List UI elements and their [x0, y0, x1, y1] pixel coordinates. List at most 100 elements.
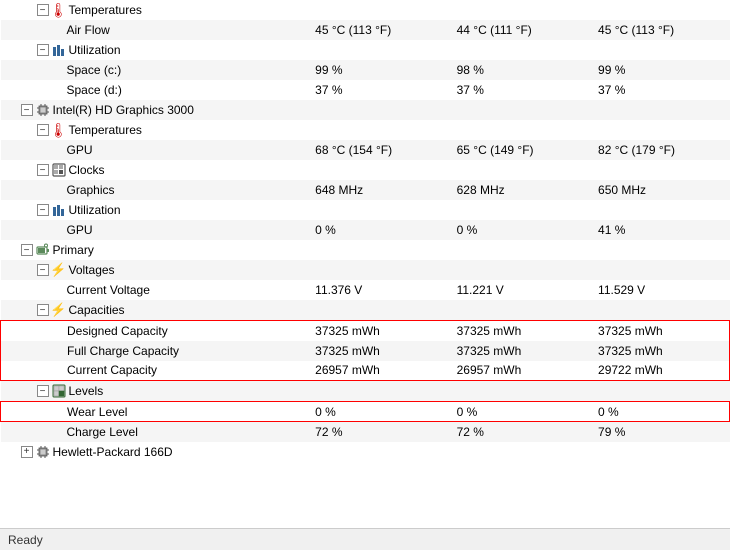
- value-cell: 99 %: [588, 60, 729, 80]
- capacities-icon: ⚡: [51, 302, 67, 318]
- value-cell: 41 %: [588, 220, 729, 240]
- table-row: + Hewlett-Packard 166D: [1, 442, 730, 462]
- value-cell: [588, 0, 729, 20]
- table-row: − Intel(R) HD Graphics 3000: [1, 100, 730, 120]
- value-cell: [447, 120, 588, 140]
- node-label: Graphics: [67, 183, 115, 197]
- table-row: Designed Capacity37325 mWh37325 mWh37325…: [1, 321, 730, 341]
- value-cell: [305, 40, 446, 60]
- battery-icon: [35, 242, 51, 258]
- utilization-icon: [51, 42, 67, 58]
- utilization-icon: [51, 202, 67, 218]
- table-row: − Utilization: [1, 200, 730, 220]
- node-label: Air Flow: [67, 23, 110, 37]
- value-cell: [447, 0, 588, 20]
- value-cell: [588, 40, 729, 60]
- node-label: Capacities: [69, 303, 125, 317]
- collapse-icon[interactable]: −: [21, 104, 33, 116]
- value-cell: 37325 mWh: [305, 341, 446, 361]
- value-cell: 79 %: [588, 422, 729, 442]
- table-row: − Clocks: [1, 160, 730, 180]
- collapse-icon[interactable]: −: [37, 4, 49, 16]
- table-row: − Primary: [1, 240, 730, 260]
- value-cell: [447, 160, 588, 180]
- table-row: Current Voltage11.376 V11.221 V11.529 V: [1, 280, 730, 300]
- expand-icon[interactable]: +: [21, 446, 33, 458]
- table-row: Wear Level0 %0 %0 %: [1, 402, 730, 422]
- node-label: Charge Level: [67, 425, 138, 439]
- value-cell: [447, 100, 588, 120]
- table-row: Full Charge Capacity37325 mWh37325 mWh37…: [1, 341, 730, 361]
- status-text: Ready: [8, 533, 43, 547]
- value-cell: [588, 240, 729, 260]
- chip2-icon: [35, 444, 51, 460]
- node-label: Space (d:): [67, 83, 122, 97]
- value-cell: 99 %: [305, 60, 446, 80]
- collapse-icon[interactable]: −: [37, 304, 49, 316]
- value-cell: [447, 442, 588, 462]
- value-cell: [588, 381, 729, 402]
- node-label: Primary: [53, 243, 94, 257]
- value-cell: [305, 260, 446, 280]
- value-cell: 11.529 V: [588, 280, 729, 300]
- table-row: Charge Level72 %72 %79 %: [1, 422, 730, 442]
- value-cell: 37 %: [305, 80, 446, 100]
- collapse-icon[interactable]: −: [37, 44, 49, 56]
- value-cell: 37325 mWh: [447, 341, 588, 361]
- table-row: −🌡Temperatures: [1, 120, 730, 140]
- node-label: Levels: [69, 384, 104, 398]
- value-cell: [305, 240, 446, 260]
- clock-icon: [51, 162, 67, 178]
- value-cell: 37325 mWh: [588, 341, 729, 361]
- value-cell: [305, 200, 446, 220]
- node-label: Space (c:): [67, 63, 122, 77]
- node-label: Current Capacity: [67, 363, 157, 377]
- collapse-icon[interactable]: −: [37, 164, 49, 176]
- value-cell: [447, 381, 588, 402]
- value-cell: [305, 120, 446, 140]
- value-cell: 11.376 V: [305, 280, 446, 300]
- temperature-icon: 🌡: [51, 2, 67, 18]
- collapse-icon[interactable]: −: [37, 124, 49, 136]
- value-cell: [305, 0, 446, 20]
- value-cell: [588, 442, 729, 462]
- value-cell: 37325 mWh: [305, 321, 446, 341]
- value-cell: [588, 160, 729, 180]
- value-cell: [305, 100, 446, 120]
- value-cell: [447, 260, 588, 280]
- node-label: Utilization: [69, 43, 121, 57]
- value-cell: [588, 300, 729, 321]
- table-row: Space (c:)99 %98 %99 %: [1, 60, 730, 80]
- table-row: Space (d:)37 %37 %37 %: [1, 80, 730, 100]
- node-label: Full Charge Capacity: [67, 344, 179, 358]
- collapse-icon[interactable]: −: [37, 264, 49, 276]
- value-cell: [305, 160, 446, 180]
- temperature-icon: 🌡: [51, 122, 67, 138]
- value-cell: 26957 mWh: [305, 361, 446, 381]
- value-cell: 0 %: [447, 402, 588, 422]
- node-label: GPU: [67, 223, 93, 237]
- value-cell: 45 °C (113 °F): [305, 20, 446, 40]
- value-cell: 37 %: [447, 80, 588, 100]
- value-cell: [447, 240, 588, 260]
- value-cell: 82 °C (179 °F): [588, 140, 729, 160]
- value-cell: 628 MHz: [447, 180, 588, 200]
- node-label: Voltages: [69, 263, 115, 277]
- value-cell: [447, 40, 588, 60]
- table-row: −⚡Capacities: [1, 300, 730, 321]
- node-label: Clocks: [69, 163, 105, 177]
- value-cell: 45 °C (113 °F): [588, 20, 729, 40]
- value-cell: 648 MHz: [305, 180, 446, 200]
- value-cell: 37 %: [588, 80, 729, 100]
- collapse-icon[interactable]: −: [37, 385, 49, 397]
- main-content[interactable]: −🌡TemperaturesAir Flow45 °C (113 °F)44 °…: [0, 0, 730, 528]
- value-cell: 37325 mWh: [588, 321, 729, 341]
- value-cell: 0 %: [305, 402, 446, 422]
- value-cell: 72 %: [447, 422, 588, 442]
- node-label: Wear Level: [67, 405, 127, 419]
- collapse-icon[interactable]: −: [37, 204, 49, 216]
- collapse-icon[interactable]: −: [21, 244, 33, 256]
- value-cell: 65 °C (149 °F): [447, 140, 588, 160]
- node-label: Temperatures: [69, 123, 142, 137]
- table-row: −⚡Voltages: [1, 260, 730, 280]
